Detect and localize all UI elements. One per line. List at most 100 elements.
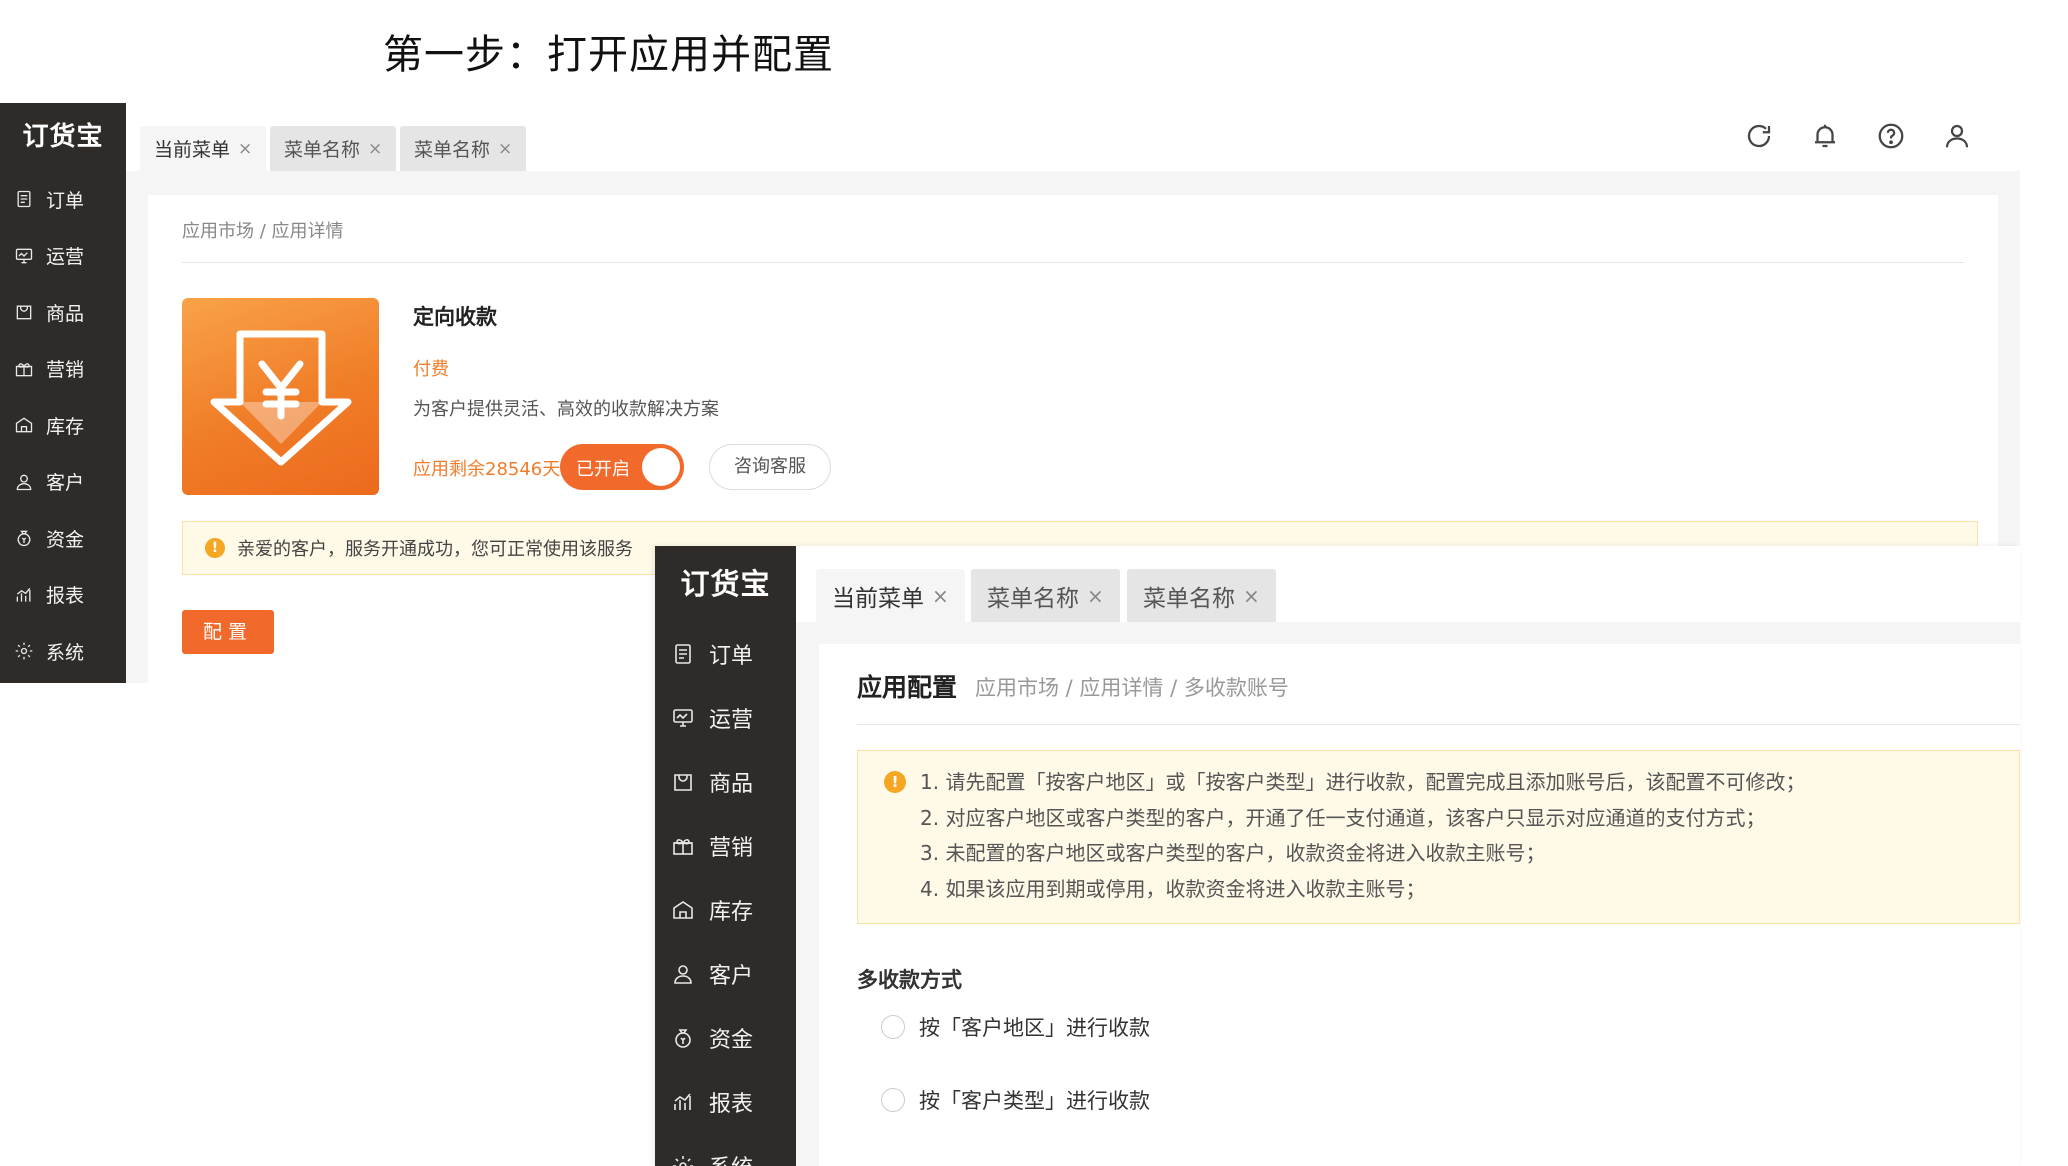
app-icon	[182, 298, 379, 495]
close-icon[interactable]: ×	[1087, 584, 1104, 608]
close-icon[interactable]: ×	[238, 139, 252, 159]
enable-toggle[interactable]: 已开启	[560, 444, 684, 490]
sidebar-item-label: 报表	[709, 1092, 754, 1117]
tab-label: 菜单名称	[284, 139, 361, 161]
sidebar-item[interactable]: 系统	[0, 623, 126, 680]
sidebar-item[interactable]: 系统	[655, 1134, 796, 1166]
sidebar-item-label: 报表	[46, 585, 85, 608]
tab-current-menu[interactable]: 当前菜单 ×	[140, 126, 267, 171]
warehouse-icon	[14, 415, 34, 435]
tab-label: 菜单名称	[1143, 585, 1235, 612]
warning-icon: !	[884, 771, 906, 793]
sidebar-item[interactable]: 报表	[0, 567, 126, 624]
remaining-days: 应用剩余28546天	[413, 459, 561, 480]
sidebar-item-label: 商品	[46, 302, 85, 325]
sidebar-item[interactable]: 商品	[0, 284, 126, 341]
sidebar-item[interactable]: 资金	[655, 1006, 796, 1070]
radio-option-by-type[interactable]: 按「客户类型」进行收款	[881, 1085, 1150, 1115]
sidebar-item-label: 客户	[46, 472, 85, 495]
sidebar-item-label: 运营	[46, 246, 85, 269]
sidebar-item[interactable]: 报表	[655, 1070, 796, 1134]
radio-option-by-region[interactable]: 按「客户地区」进行收款	[881, 1012, 1150, 1042]
gear-icon	[671, 1154, 695, 1166]
config-button[interactable]: 配置	[182, 610, 274, 654]
gear-icon	[14, 641, 34, 661]
sidebar-item-label: 订单	[46, 189, 85, 212]
divider	[182, 262, 1964, 263]
breadcrumb: 应用市场 / 应用详情 / 多收款账号	[975, 676, 1289, 700]
warehouse-icon	[671, 898, 695, 922]
yuan-download-icon	[210, 330, 352, 466]
sidebar-item[interactable]: 资金	[0, 510, 126, 567]
notice-line: 3. 未配置的客户地区或客户类型的客户，收款资金将进入收款主账号；	[920, 841, 1546, 865]
sidebar-item[interactable]: 库存	[0, 397, 126, 454]
close-icon[interactable]: ×	[368, 139, 382, 159]
sidebar-item-label: 商品	[709, 772, 754, 797]
close-icon[interactable]: ×	[498, 139, 512, 159]
sidebar-item[interactable]: 营销	[655, 814, 796, 878]
divider	[857, 724, 2020, 725]
sidebar-item[interactable]: 商品	[655, 750, 796, 814]
close-icon[interactable]: ×	[932, 584, 949, 608]
app-name: 定向收款	[413, 305, 497, 329]
radio-button[interactable]	[881, 1015, 905, 1039]
bell-icon[interactable]	[1810, 121, 1840, 151]
consult-service-button[interactable]: 咨询客服	[709, 444, 831, 490]
sidebar-item[interactable]: 运营	[655, 686, 796, 750]
sidebar-nav: 订单运营商品营销库存客户资金报表系统	[0, 171, 126, 680]
goods-icon	[14, 302, 34, 322]
radio-button[interactable]	[881, 1088, 905, 1112]
sidebar-nav: 订单运营商品营销库存客户资金报表系统	[655, 622, 796, 1166]
gift-icon	[14, 359, 34, 379]
app-description: 为客户提供灵活、高效的收款解决方案	[413, 399, 719, 420]
sidebar-item-label: 资金	[709, 1028, 754, 1053]
warning-icon: !	[205, 538, 225, 558]
topbar: 当前菜单 × 菜单名称 × 菜单名称 ×	[796, 546, 2020, 622]
sidebar-item[interactable]: 订单	[0, 171, 126, 228]
user-icon	[671, 962, 695, 986]
page-title: 应用配置	[857, 673, 958, 702]
user-icon	[14, 472, 34, 492]
chart-icon	[14, 585, 34, 605]
sidebar-item[interactable]: 订单	[655, 622, 796, 686]
sidebar-item-label: 客户	[709, 964, 754, 989]
tab-current-menu[interactable]: 当前菜单 ×	[816, 569, 965, 622]
config-notice: ! 1. 请先配置「按客户地区」或「按客户类型」进行收款，配置完成且添加账号后，…	[857, 750, 2020, 924]
sidebar-item-label: 营销	[46, 359, 85, 382]
sidebar-item[interactable]: 营销	[0, 341, 126, 398]
sidebar-item-label: 订单	[709, 644, 754, 669]
sidebar-item[interactable]: 客户	[0, 454, 126, 511]
tab-menu-name[interactable]: 菜单名称 ×	[971, 569, 1120, 622]
radio-label: 按「客户类型」进行收款	[919, 1089, 1150, 1113]
gift-icon	[671, 834, 695, 858]
tab-menu-name[interactable]: 菜单名称 ×	[400, 126, 527, 171]
tab-menu-name[interactable]: 菜单名称 ×	[1127, 569, 1276, 622]
refresh-icon[interactable]	[1744, 121, 1774, 151]
goods-icon	[671, 770, 695, 794]
notice-line: 1. 请先配置「按客户地区」或「按客户类型」进行收款，配置完成且添加账号后，该配…	[920, 770, 1806, 794]
sidebar-item-label: 营销	[709, 836, 754, 861]
operations-icon	[14, 246, 34, 266]
sidebar-item-label: 系统	[709, 1150, 753, 1166]
help-icon[interactable]	[1876, 121, 1906, 151]
tab-label: 当前菜单	[154, 139, 231, 161]
sidebar-item-label: 库存	[709, 900, 754, 925]
sidebar-item[interactable]: 客户	[655, 942, 796, 1006]
user-icon[interactable]	[1942, 121, 1972, 151]
sidebar-item[interactable]: 库存	[655, 878, 796, 942]
money-bag-icon	[671, 1026, 695, 1050]
sidebar: 订货宝 订单运营商品营销库存客户资金报表系统	[0, 103, 126, 683]
order-icon	[671, 642, 695, 666]
notice-text: 亲爱的客户，服务开通成功，您可正常使用该服务	[237, 539, 633, 560]
toggle-label: 已开启	[576, 459, 630, 480]
step-title: 第一步：打开应用并配置	[383, 32, 834, 78]
close-icon[interactable]: ×	[1243, 584, 1260, 608]
radio-label: 按「客户地区」进行收款	[919, 1016, 1150, 1040]
breadcrumb: 应用市场 / 应用详情	[182, 221, 344, 242]
sidebar-item[interactable]: 运营	[0, 228, 126, 285]
operations-icon	[671, 706, 695, 730]
tab-menu-name[interactable]: 菜单名称 ×	[270, 126, 397, 171]
notice-line: 2. 对应客户地区或客户类型的客户，开通了任一支付通道，该客户只显示对应通道的支…	[920, 805, 1766, 830]
sidebar-item-label: 库存	[46, 415, 85, 438]
app-config-screenshot: 订货宝 订单运营商品营销库存客户资金报表系统 当前菜单 × 菜单名称 × 菜单名…	[655, 546, 2020, 1166]
